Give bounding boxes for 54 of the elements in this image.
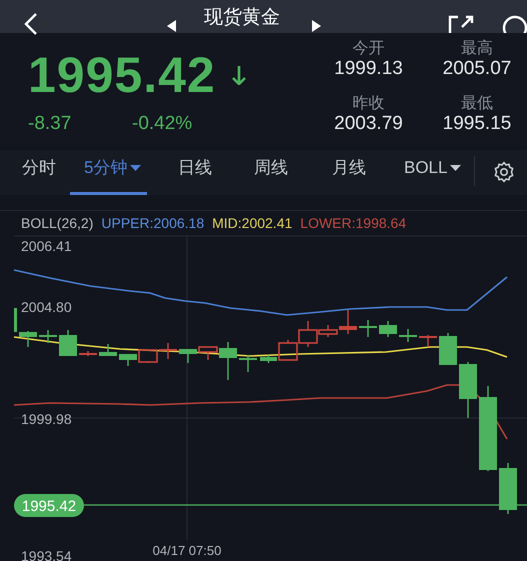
price-tag: 1995.42 — [14, 494, 84, 517]
settings-icon[interactable] — [493, 161, 515, 183]
candlestick — [59, 330, 77, 356]
stat-label: 昨收 — [352, 94, 384, 114]
candlestick — [379, 321, 397, 337]
indicator-name: BOLL(26,2) — [21, 214, 94, 233]
candlestick — [179, 349, 197, 363]
candlestick — [119, 354, 137, 366]
caret-icon — [130, 165, 142, 171]
chart-tab[interactable]: BOLL — [404, 150, 462, 195]
candlestick — [419, 335, 437, 347]
price-value: 1995.42 — [28, 50, 216, 100]
chart-tab[interactable]: 月线 — [332, 150, 366, 195]
candlestick — [39, 330, 57, 343]
chart-tab[interactable]: 5分钟 — [70, 150, 148, 195]
candlestick — [138, 349, 158, 363]
stat-label: 今开 — [352, 39, 384, 58]
candlestick — [159, 343, 177, 359]
candlestick — [14, 308, 17, 332]
candlestick — [399, 329, 417, 342]
chart-tab[interactable]: 分时 — [22, 150, 56, 195]
candlestick — [99, 344, 117, 356]
change-value: -8.37 — [28, 112, 72, 136]
share-icon[interactable] — [448, 15, 474, 33]
candlestick — [239, 355, 257, 372]
stat-value: 1995.15 — [442, 113, 512, 136]
candlestick — [439, 333, 457, 365]
axis-label: 1993.54 — [21, 548, 72, 561]
change-percent: -0.42% — [132, 112, 192, 136]
candlestick — [359, 320, 377, 337]
previous-icon[interactable] — [167, 20, 176, 32]
lower-band-value: LOWER:1998.64 — [300, 214, 406, 232]
stat-value: 2003.79 — [334, 113, 403, 136]
candlestick — [459, 362, 477, 418]
axis-label: 2006.41 — [21, 238, 72, 254]
page-title: 现货黄金 — [204, 8, 280, 27]
caret-icon — [450, 165, 462, 171]
middle-band-value: MID:2002.41 — [212, 214, 292, 232]
candlestick — [79, 351, 97, 356]
candlestick — [499, 463, 517, 514]
upper-band-value: UPPER:2006.18 — [101, 214, 204, 232]
stat-value: 1999.13 — [334, 58, 403, 81]
candlestick — [19, 331, 37, 347]
time-label: 04/17 07:50 — [152, 543, 222, 558]
stat-label: 最低 — [461, 94, 493, 114]
chart-tab[interactable]: 日线 — [178, 150, 212, 195]
back-icon[interactable] — [24, 12, 38, 36]
axis-label: 2004.80 — [21, 299, 72, 315]
stat-value: 2005.07 — [442, 58, 512, 81]
next-icon[interactable] — [312, 20, 321, 32]
axis-label: 1999.98 — [21, 411, 72, 427]
chart-tab[interactable]: 周线 — [254, 150, 288, 195]
search-icon[interactable] — [502, 15, 527, 33]
stat-label: 最高 — [461, 39, 493, 58]
